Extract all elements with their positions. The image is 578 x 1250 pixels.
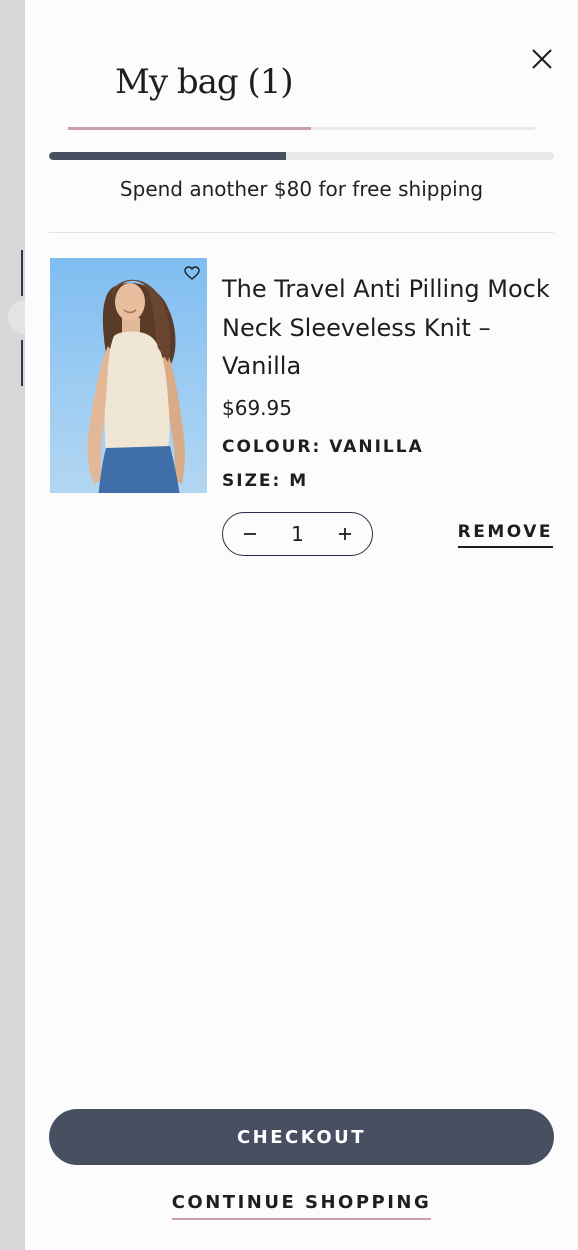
tab-indicator-track [68,127,535,130]
drawer-title: My bag (1) [115,62,294,102]
remove-button[interactable]: REMOVE [457,522,553,548]
checkout-button[interactable]: CHECKOUT [49,1109,554,1165]
free-shipping-progress-bar [49,152,554,160]
background-page [0,0,25,1250]
plus-icon [338,528,351,540]
tab-indicator-active [68,127,311,130]
cart-drawer: My bag (1) Spend another $80 for free sh… [25,0,578,1250]
product-image[interactable] [50,258,207,493]
decrease-quantity-button[interactable] [239,523,261,545]
product-size: SIZE: M [222,471,309,491]
continue-shopping-wrapper: CONTINUE SHOPPING [25,1192,578,1220]
free-shipping-message: Spend another $80 for free shipping [119,177,484,201]
background-decoration [21,340,23,386]
background-decoration [21,250,23,296]
product-name-link[interactable]: The Travel Anti Pilling Mock Neck Sleeve… [222,270,557,386]
divider [49,232,554,233]
close-button[interactable] [527,44,557,74]
close-icon [532,49,552,69]
quantity-value: 1 [291,522,304,546]
heart-icon [184,266,200,280]
wishlist-button[interactable] [183,264,201,282]
background-decoration [8,300,25,334]
increase-quantity-button[interactable] [334,523,356,545]
quantity-stepper: 1 [222,512,373,556]
product-colour: COLOUR: VANILLA [222,437,424,457]
continue-shopping-link[interactable]: CONTINUE SHOPPING [171,1192,432,1220]
free-shipping-progress-fill [49,152,287,160]
product-photo-illustration [87,279,185,493]
minus-icon [244,533,256,535]
product-price: $69.95 [222,396,292,420]
